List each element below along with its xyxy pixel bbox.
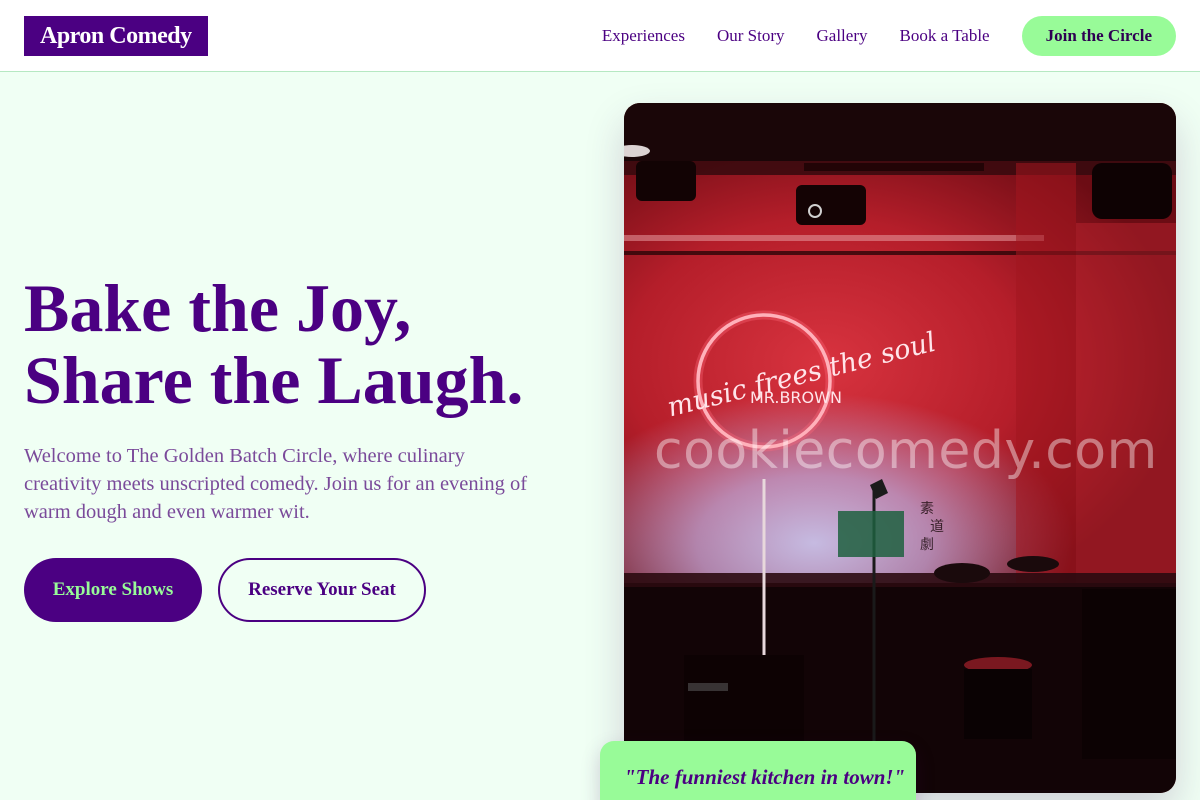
nav-link-experiences[interactable]: Experiences (602, 16, 685, 56)
neon-sign-text: music frees the soul (664, 327, 939, 424)
hero-stage-photo: music frees the soul MR.BROWN 素 道 劇 cook… (624, 103, 1176, 793)
nav-link-gallery[interactable]: Gallery (817, 16, 868, 56)
watermark-text: cookiecomedy.com (654, 421, 1158, 481)
nav-link-our-story[interactable]: Our Story (717, 16, 785, 56)
site-logo[interactable]: Apron Comedy (24, 16, 208, 56)
testimonial-quote: "The funniest kitchen in town!" (624, 765, 906, 789)
site-header: Apron Comedy Experiences Our Story Galle… (0, 0, 1200, 72)
hero-title: Bake the Joy, Share the Laugh. (24, 272, 604, 416)
hero-description: Welcome to The Golden Batch Circle, wher… (24, 445, 528, 523)
svg-text:素: 素 (920, 501, 934, 517)
join-the-circle-button[interactable]: Join the Circle (1021, 16, 1176, 56)
svg-text:劇: 劇 (920, 537, 934, 553)
main-nav: Experiences Our Story Gallery Book a Tab… (602, 16, 1176, 56)
reserve-seat-button[interactable]: Reserve Your Seat (218, 558, 426, 622)
svg-text:道: 道 (930, 519, 944, 535)
nav-link-book-a-table[interactable]: Book a Table (900, 16, 990, 56)
explore-shows-button[interactable]: Explore Shows (24, 558, 202, 622)
neon-sign-name: MR.BROWN (750, 388, 842, 407)
hero-title-line-2: Share the Laugh. (24, 342, 524, 418)
testimonial-badge: "The funniest kitchen in town!" (600, 741, 916, 800)
hero-title-line-1: Bake the Joy, (24, 270, 412, 346)
